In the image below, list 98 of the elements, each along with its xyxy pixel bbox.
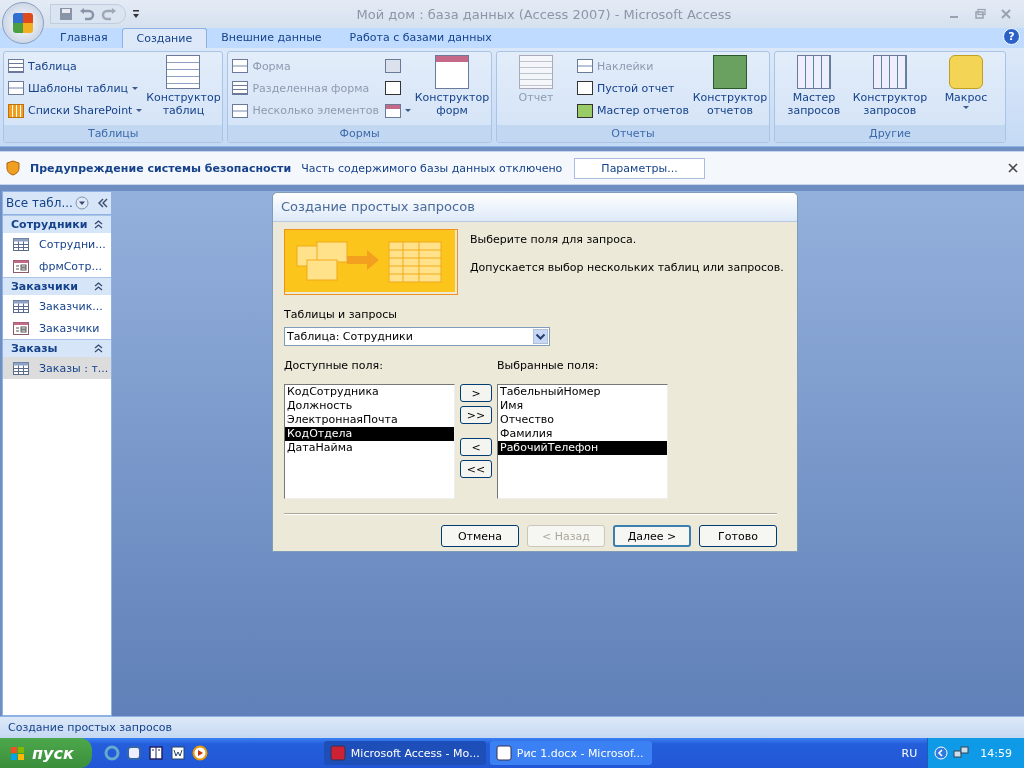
nav-item[interactable]: Заказы : т... xyxy=(3,357,111,379)
start-button[interactable]: пуск xyxy=(0,738,92,768)
office-button[interactable] xyxy=(2,2,44,44)
nav-item[interactable]: Заказчик... xyxy=(3,295,111,317)
ribbon-item-icon xyxy=(8,103,24,118)
dialog-button[interactable]: Отмена xyxy=(441,525,519,547)
group-label: Формы xyxy=(228,125,491,142)
field-list-item[interactable]: Фамилия xyxy=(498,427,667,441)
taskbar-window-button[interactable]: Рис 1.docx - Microsof... xyxy=(489,741,652,765)
dropdown-icon[interactable] xyxy=(74,196,89,210)
collapse-icon xyxy=(94,282,103,291)
collapse-icon xyxy=(94,220,103,229)
security-warning-message: Часть содержимого базы данных отключено xyxy=(301,161,563,175)
list-label: Выбранные поля: xyxy=(497,359,600,372)
ribbon-item-icon xyxy=(577,103,593,118)
instruction-text: Допускается выбор нескольких таблиц или запросов. xyxy=(470,261,784,274)
table-icon xyxy=(13,299,29,313)
dropdown-icon xyxy=(533,329,548,344)
ribbon-tab[interactable]: Создание xyxy=(121,28,208,48)
field-list-item[interactable]: РабочийТелефон xyxy=(498,441,667,455)
nav-item[interactable]: фрмСотр... xyxy=(3,255,111,277)
save-icon[interactable] xyxy=(59,7,73,21)
security-warning-title: Предупреждение системы безопасности xyxy=(30,161,292,175)
nav-item[interactable]: Сотрудни... xyxy=(3,233,111,255)
ribbon-item-icon xyxy=(232,59,249,74)
document-icon[interactable] xyxy=(169,745,186,761)
ribbon-button[interactable]: Списки SharePoint xyxy=(8,103,143,118)
ribbon-large-button[interactable]: Конструктор отчетов xyxy=(694,55,765,122)
group-label: Таблицы xyxy=(4,125,223,142)
form-icon xyxy=(13,259,29,273)
field-list-item[interactable]: ЭлектроннаяПочта xyxy=(285,413,454,427)
language-indicator[interactable]: RU xyxy=(901,746,918,760)
table-icon xyxy=(13,237,29,251)
dialog-button[interactable]: Готово xyxy=(699,525,777,547)
ribbon-large-button[interactable]: Макрос xyxy=(930,55,1001,122)
group-label: Другие xyxy=(774,125,1005,142)
caret-icon xyxy=(132,87,139,90)
caret-icon xyxy=(136,109,143,113)
media-player-icon[interactable] xyxy=(191,745,208,761)
field-list-item[interactable]: Должность xyxy=(285,399,454,413)
window-title: Мой дом : база данных (Access 2007) - Microsoft Access xyxy=(355,6,733,22)
move-button[interactable]: >> xyxy=(460,406,492,424)
table-icon xyxy=(13,361,29,375)
options-button[interactable]: Параметры... xyxy=(574,157,705,179)
ribbon-item-icon xyxy=(577,81,593,96)
dialog-title: Создание простых запросов xyxy=(273,193,797,222)
ribbon-button[interactable]: Мастер отчетов xyxy=(577,103,689,118)
collapse-icon xyxy=(94,344,103,353)
status-text: Создание простых запросов xyxy=(8,721,173,734)
nav-item[interactable]: Заказчики xyxy=(3,317,111,339)
ribbon-item-icon xyxy=(232,81,249,96)
ribbon-button[interactable]: Шаблоны таблиц xyxy=(8,81,143,96)
ribbon-item-icon xyxy=(8,81,24,96)
field-list-item[interactable]: КодОтдела xyxy=(285,427,454,441)
chevron-icon[interactable] xyxy=(934,746,949,760)
ribbon-large-button[interactable]: Мастер запросов xyxy=(778,55,849,122)
help-button[interactable]: ? xyxy=(1003,28,1020,45)
ribbon-item-icon xyxy=(8,59,24,74)
ribbon-large-button[interactable]: Конструктор форм xyxy=(417,55,487,122)
nav-group-header[interactable]: Заказы xyxy=(3,339,111,357)
form-icon xyxy=(13,321,29,335)
field-list-item[interactable]: КодСотрудника xyxy=(285,385,454,399)
field-label: Таблицы и запросы xyxy=(284,308,398,321)
list-label: Доступные поля: xyxy=(284,359,384,372)
nav-group-header[interactable]: Заказчики xyxy=(3,277,111,295)
move-button[interactable]: << xyxy=(460,460,492,478)
field-list-item[interactable]: Имя xyxy=(498,399,667,413)
field-list-item[interactable]: Отчество xyxy=(498,413,667,427)
move-button[interactable]: < xyxy=(460,438,492,456)
tables-queries-dropdown[interactable]: Таблица: Сотрудники xyxy=(284,327,550,346)
field-list-item[interactable]: ДатаНайма xyxy=(285,441,454,455)
ribbon-button[interactable]: Таблица xyxy=(8,59,143,74)
close-icon[interactable] xyxy=(1008,163,1018,173)
ribbon-tab[interactable]: Главная xyxy=(46,28,122,48)
ribbon-tab[interactable]: Внешние данные xyxy=(207,28,336,48)
ribbon-tab[interactable]: Работа с базами данных xyxy=(335,28,506,48)
ribbon-button[interactable]: Пустой отчет xyxy=(577,81,689,96)
clock: 14:59 xyxy=(980,746,1012,760)
ribbon-item-icon xyxy=(232,103,249,118)
move-button[interactable]: > xyxy=(460,384,492,402)
instruction-text: Выберите поля для запроса. xyxy=(470,233,638,246)
book-icon[interactable] xyxy=(147,745,164,761)
undo-icon[interactable] xyxy=(79,7,95,21)
network-icon[interactable] xyxy=(953,746,970,760)
ribbon-large-button[interactable]: Конструктор запросов xyxy=(854,55,925,122)
customize-icon[interactable] xyxy=(132,9,140,19)
dialog-button[interactable]: Далее > xyxy=(613,525,691,547)
shield-icon xyxy=(6,160,20,176)
taskbar-window-button[interactable]: Microsoft Access - Мо... xyxy=(323,741,486,765)
window-app-icon xyxy=(495,745,512,761)
group-label: Отчеты xyxy=(497,125,769,142)
collapse-icon[interactable] xyxy=(98,198,108,208)
window-app-icon xyxy=(329,745,346,761)
field-list-item[interactable]: ТабельныйНомер xyxy=(498,385,667,399)
ribbon-item-icon xyxy=(577,59,593,74)
nav-group-header[interactable]: Сотрудники xyxy=(3,215,111,233)
ribbon-large-button[interactable]: Конструктор таблиц xyxy=(148,55,219,122)
windows-logo-icon xyxy=(10,745,26,761)
